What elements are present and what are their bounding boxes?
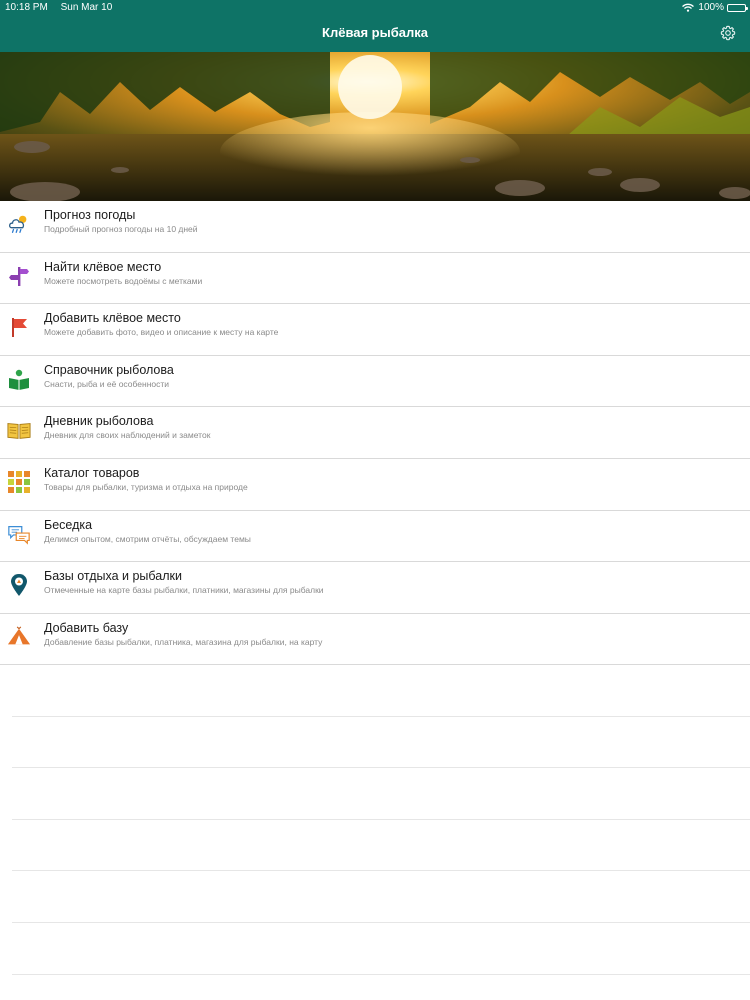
chat-bubbles-icon xyxy=(7,522,31,546)
hero-image xyxy=(0,52,750,201)
tent-icon xyxy=(7,625,31,649)
menu-item-subtitle: Можете добавить фото, видео и описание к… xyxy=(44,327,279,338)
menu-item-subtitle: Добавление базы рыбалки, платника, магаз… xyxy=(44,636,323,647)
menu-item-subtitle: Делимся опытом, смотрим отчёты, обсуждае… xyxy=(44,533,251,544)
grid-catalog-icon xyxy=(7,470,31,494)
menu-item-handbook[interactable]: Справочник рыболова Снасти, рыба и её ос… xyxy=(0,356,750,408)
menu-item-label: Беседка xyxy=(44,517,93,532)
menu-item-label: Каталог товаров xyxy=(44,465,140,480)
menu-item-add-spot[interactable]: Добавить клёвое место Можете добавить фо… xyxy=(0,304,750,356)
map-pin-icon xyxy=(7,573,31,597)
empty-row-divider xyxy=(12,665,750,717)
book-reader-icon xyxy=(7,367,31,391)
menu-item-subtitle: Товары для рыбалки, туризма и отдыха на … xyxy=(44,481,248,492)
menu-item-find-spot[interactable]: Найти клёвое место Можете посмотреть вод… xyxy=(0,253,750,305)
menu-item-subtitle: Снасти, рыба и её особенности xyxy=(44,378,170,389)
wifi-icon xyxy=(682,3,695,12)
nav-bar: Клёвая рыбалка xyxy=(0,16,750,52)
open-book-icon xyxy=(7,418,31,442)
flag-icon xyxy=(7,315,31,339)
status-bar: 10:18 PM Sun Mar 10 100% xyxy=(0,0,750,16)
menu-item-label: Найти клёвое место xyxy=(44,259,162,274)
empty-row-divider xyxy=(12,768,750,820)
menu-item-subtitle: Можете посмотреть водоёмы с метками xyxy=(44,275,203,286)
status-left: 10:18 PM Sun Mar 10 xyxy=(5,2,122,13)
page-title: Клёвая рыбалка xyxy=(322,25,428,40)
menu-item-subtitle: Отмеченные на карте базы рыбалки, платни… xyxy=(44,585,324,596)
menu-item-subtitle: Подробный прогноз погоды на 10 дней xyxy=(44,224,198,234)
battery-percent: 100% xyxy=(698,2,724,13)
empty-row-divider xyxy=(12,820,750,872)
menu-item-forum[interactable]: Беседка Делимся опытом, смотрим отчёты, … xyxy=(0,511,750,563)
menu-item-label: Добавить базу xyxy=(44,620,129,635)
app-screen: 10:18 PM Sun Mar 10 100% Клёвая рыбалка xyxy=(0,0,750,1000)
menu-item-subtitle: Дневник для своих наблюдений и заметок xyxy=(44,430,211,441)
empty-list-area xyxy=(12,665,750,975)
gear-icon[interactable] xyxy=(720,25,736,41)
menu-item-label: Базы отдыха и рыбалки xyxy=(44,569,182,584)
main-menu: Прогноз погоды Подробный прогноз погоды … xyxy=(0,201,750,666)
weather-cloud-icon xyxy=(7,212,31,236)
menu-item-bases[interactable]: Базы отдыха и рыбалки Отмеченные на карт… xyxy=(0,562,750,614)
menu-item-diary[interactable]: Дневник рыболова Дневник для своих наблю… xyxy=(0,407,750,459)
menu-item-weather[interactable]: Прогноз погоды Подробный прогноз погоды … xyxy=(0,201,750,253)
status-date: Sun Mar 10 xyxy=(60,2,113,13)
menu-item-catalog[interactable]: Каталог товаров Товары для рыбалки, тури… xyxy=(0,459,750,511)
menu-item-label: Дневник рыболова xyxy=(44,414,154,429)
empty-row-divider xyxy=(12,923,750,975)
menu-item-add-base[interactable]: Добавить базу Добавление базы рыбалки, п… xyxy=(0,614,750,666)
menu-item-label: Прогноз погоды xyxy=(44,208,136,222)
signpost-icon xyxy=(7,264,31,288)
menu-item-label: Справочник рыболова xyxy=(44,362,174,377)
menu-item-label: Добавить клёвое место xyxy=(44,311,181,326)
battery-icon xyxy=(727,3,748,12)
status-right: 100% xyxy=(682,2,748,13)
empty-row-divider xyxy=(12,717,750,769)
status-time: 10:18 PM xyxy=(5,2,48,13)
empty-row-divider xyxy=(12,871,750,923)
